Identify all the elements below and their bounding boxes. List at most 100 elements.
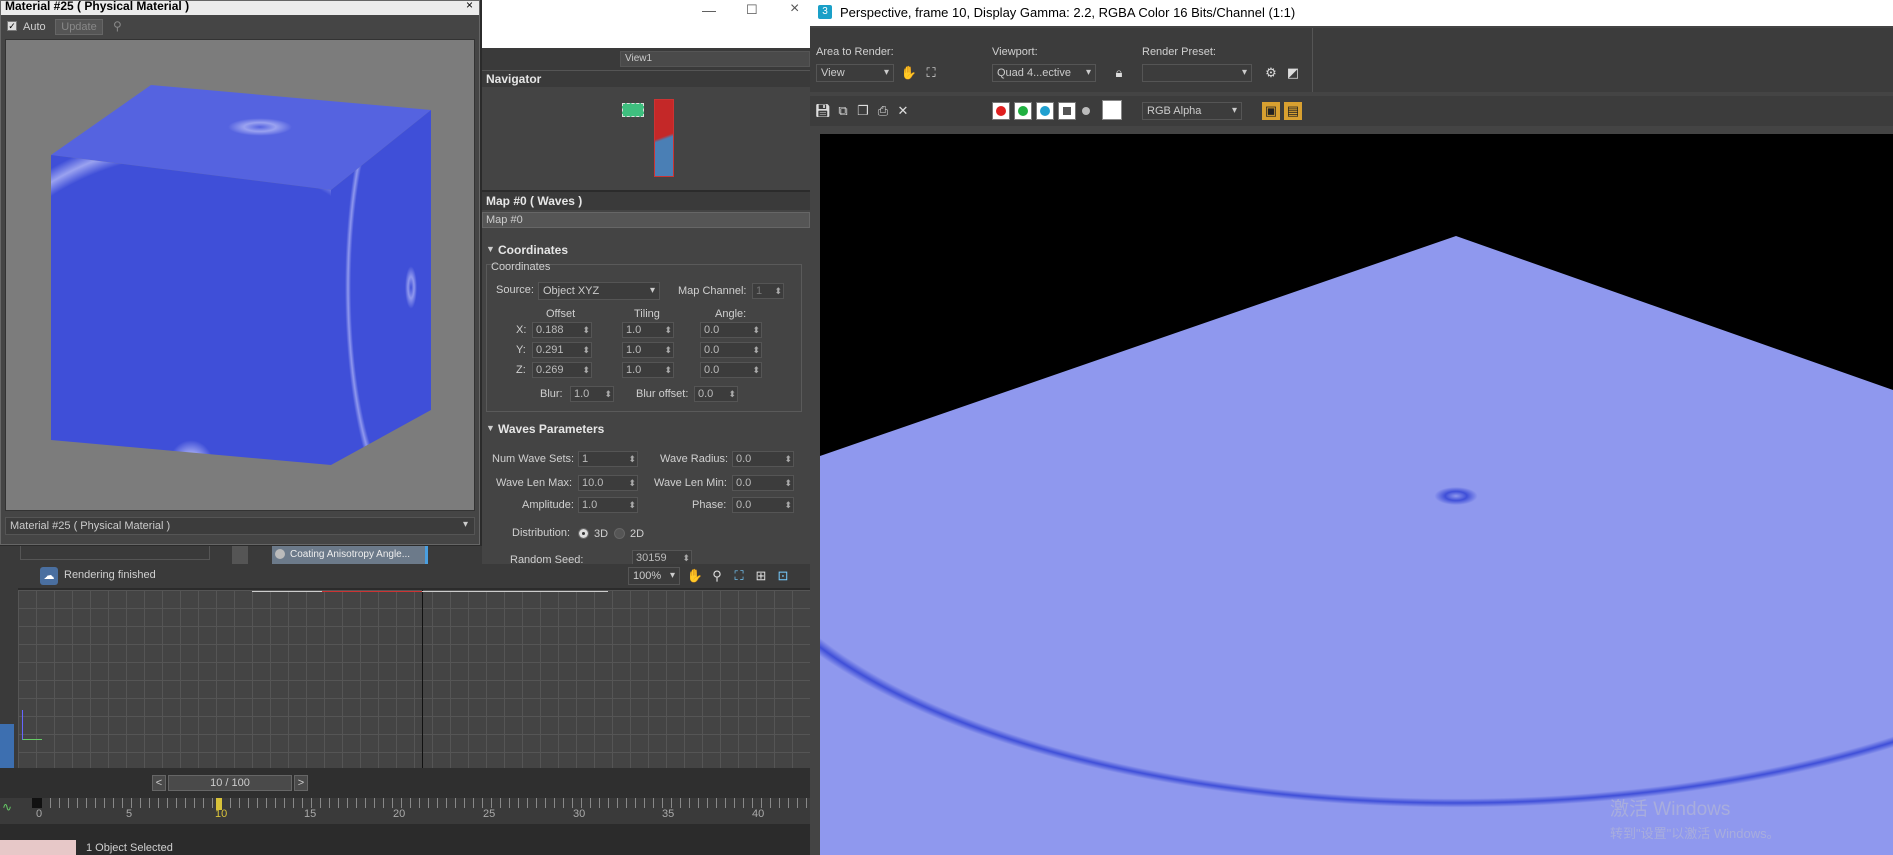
close-window-icon[interactable]: × (790, 0, 799, 18)
tick-25: 25 (483, 808, 496, 820)
pan-icon[interactable]: ✋ (686, 567, 704, 585)
auto-checkbox[interactable]: ✓ (7, 21, 17, 31)
maxscript-listener[interactable] (0, 840, 76, 855)
material-editor-titlebar[interactable]: Material #25 ( Physical Material ) × (1, 0, 479, 15)
prev-frame-button[interactable]: < (152, 775, 166, 791)
map-parameters-panel: Map #0 ( Waves ) Map #0 ▼ Coordinates Co… (482, 192, 810, 566)
auto-region-icon[interactable]: ⛶ (922, 64, 940, 82)
waves-section-title[interactable]: Waves Parameters (498, 422, 604, 436)
copy-icon[interactable]: ⧉ (834, 102, 852, 120)
map-channel-label: Map Channel: (678, 285, 747, 297)
channel-dropdown[interactable]: RGB Alpha (1142, 102, 1242, 120)
maximize-icon[interactable]: ☐ (746, 2, 758, 18)
map-name-field[interactable]: Map #0 (482, 212, 810, 228)
angle-header: Angle: (715, 308, 747, 320)
update-button[interactable]: Update (55, 19, 103, 35)
edit-region-icon[interactable]: ✋ (900, 64, 918, 82)
source-label: Source: (496, 284, 534, 296)
material-name-dropdown[interactable]: Material #25 ( Physical Material ) ▾ (5, 517, 475, 535)
map-name-value: Map #0 (486, 214, 523, 226)
wave-radius-spinner[interactable]: 0.0 (732, 451, 794, 467)
amplitude-label: Amplitude: (522, 499, 574, 511)
curve-icon[interactable]: ∿ (2, 800, 12, 814)
collapse-waves-icon[interactable]: ▼ (486, 423, 495, 433)
mono-toggle[interactable] (1082, 107, 1090, 115)
collapse-coords-icon[interactable]: ▼ (486, 244, 495, 254)
zoom-region-icon[interactable]: ⛶ (730, 567, 748, 585)
red-channel-toggle[interactable] (992, 102, 1010, 120)
angle-x-spinner[interactable]: 0.0 (700, 322, 762, 338)
tiling-x-spinner[interactable]: 1.0 (622, 322, 674, 338)
alpha-channel-toggle[interactable] (1058, 102, 1076, 120)
offset-z-spinner[interactable]: 0.269 (532, 362, 592, 378)
tiling-header: Tiling (634, 308, 660, 320)
tiling-z-spinner[interactable]: 1.0 (622, 362, 674, 378)
source-dropdown[interactable]: Object XYZ (538, 282, 660, 300)
time-slider[interactable]: 10 / 100 (168, 775, 292, 791)
navigator-node-green[interactable] (622, 103, 644, 117)
tiling-y-spinner[interactable]: 1.0 (622, 342, 674, 358)
minimize-icon[interactable]: — (702, 2, 716, 18)
windows-watermark: 激活 Windows 转到"设置"以激活 Windows。 (1610, 794, 1780, 842)
coords-section-title[interactable]: Coordinates (498, 243, 568, 257)
viewport-dropdown[interactable]: Quad 4...ective (992, 64, 1096, 82)
node-thumb[interactable] (232, 546, 248, 564)
map-channel-spinner[interactable]: 1 (752, 283, 784, 299)
next-frame-button[interactable]: > (294, 775, 308, 791)
clone-icon[interactable]: ❐ (854, 102, 872, 120)
view-dropdown-label: View1 (625, 53, 653, 64)
view-dropdown[interactable]: View1 (620, 51, 810, 67)
offset-y-spinner[interactable]: 0.291 (532, 342, 592, 358)
phase-spinner[interactable]: 0.0 (732, 497, 794, 513)
toggle-ui-icon[interactable]: ▤ (1284, 102, 1302, 120)
render-titlebar[interactable]: 3 Perspective, frame 10, Display Gamma: … (810, 0, 1893, 26)
blue-channel-toggle[interactable] (1036, 102, 1054, 120)
print-icon[interactable]: ⎙ (874, 102, 892, 120)
close-icon[interactable]: × (466, 0, 473, 12)
save-icon[interactable]: 💾︎ (814, 102, 832, 120)
selection-status: 1 Object Selected (86, 842, 173, 854)
clear-icon[interactable]: ✕ (894, 102, 912, 120)
x-label: X: (516, 324, 527, 336)
blur-offset-spinner[interactable]: 0.0 (694, 386, 738, 402)
coating-node[interactable]: Coating Anisotropy Angle... (272, 546, 428, 564)
angle-z-spinner[interactable]: 0.0 (700, 362, 762, 378)
lock-icon[interactable]: 🔒︎ (1110, 64, 1128, 82)
track-view-grid[interactable] (18, 590, 810, 768)
wave-len-max-spinner[interactable]: 10.0 (578, 475, 638, 491)
pin-icon[interactable]: ⚲ (113, 19, 122, 33)
zoom-extents-icon[interactable]: ⊞ (752, 567, 770, 585)
blur-spinner[interactable]: 1.0 (570, 386, 614, 402)
bottom-status-bar: 1 Object Selected (0, 838, 810, 855)
zoom-icon[interactable]: ⚲ (708, 567, 726, 585)
tick-35: 35 (662, 808, 675, 820)
render-preset-dropdown[interactable] (1142, 64, 1252, 82)
render-toolbar: 💾︎ ⧉ ❐ ⎙ ✕ RGB Alpha ▣ ▤ (810, 96, 1893, 126)
navigator-viewport[interactable] (654, 99, 674, 177)
slate-editor-topbar: — ☐ × (482, 0, 810, 48)
render-setup-icon[interactable]: ⚙ (1262, 64, 1280, 82)
current-frame-line (422, 590, 423, 768)
swatch-color[interactable] (1102, 100, 1122, 120)
area-dropdown[interactable]: View (816, 64, 894, 82)
radio-2d[interactable] (614, 528, 625, 539)
range-bar-red (322, 591, 422, 592)
toggle-ui-overlay-icon[interactable]: ▣ (1262, 102, 1280, 120)
slate-status-bar: ☁ Rendering finished 100% ✋ ⚲ ⛶ ⊞ ⊡ (18, 564, 810, 588)
zoom-dropdown[interactable]: 100% (628, 567, 680, 585)
green-channel-toggle[interactable] (1014, 102, 1032, 120)
offset-x-spinner[interactable]: 0.188 (532, 322, 592, 338)
environment-icon[interactable]: ◩ (1284, 64, 1302, 82)
offset-header: Offset (546, 308, 576, 320)
amplitude-spinner[interactable]: 1.0 (578, 497, 638, 513)
radio-3d[interactable] (578, 528, 589, 539)
zoom-selected-icon[interactable]: ⊡ (774, 567, 792, 585)
left-dock-button[interactable] (0, 724, 14, 768)
render-window: 3 Perspective, frame 10, Display Gamma: … (810, 0, 1893, 855)
wave-len-min-spinner[interactable]: 0.0 (732, 475, 794, 491)
num-wave-sets-spinner[interactable]: 1 (578, 451, 638, 467)
angle-y-spinner[interactable]: 0.0 (700, 342, 762, 358)
watermark-line1: 激活 Windows (1610, 799, 1731, 820)
render-canvas[interactable]: 激活 Windows 转到"设置"以激活 Windows。 (820, 134, 1893, 855)
axis-gizmo-icon (22, 710, 42, 740)
